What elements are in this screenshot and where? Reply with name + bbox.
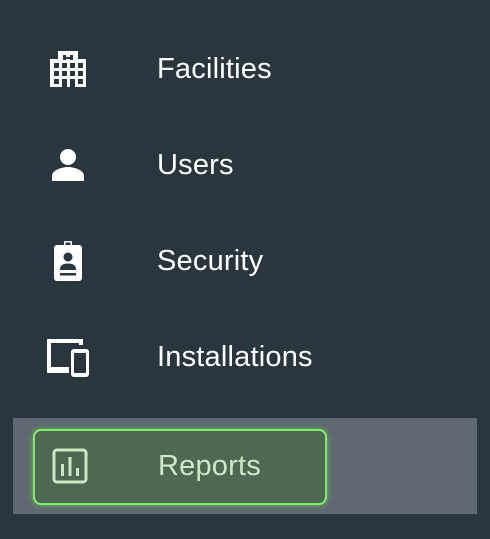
devices-icon bbox=[40, 329, 96, 385]
sidebar-nav: Facilities Users Security Installations … bbox=[0, 0, 490, 539]
person-icon bbox=[40, 137, 96, 193]
sidebar-item-label: Reports bbox=[158, 450, 261, 482]
bar-chart-icon bbox=[42, 438, 98, 494]
sidebar-item-security[interactable]: Security bbox=[0, 213, 490, 309]
sidebar-item-label: Installations bbox=[157, 341, 313, 373]
sidebar-item-installations[interactable]: Installations bbox=[0, 309, 490, 405]
sidebar-item-label: Facilities bbox=[157, 53, 272, 85]
id-badge-icon bbox=[40, 233, 96, 289]
sidebar-item-label: Security bbox=[157, 245, 264, 277]
sidebar-item-label: Users bbox=[157, 149, 234, 181]
sidebar-item-reports[interactable]: Reports bbox=[0, 418, 490, 514]
sidebar-item-users[interactable]: Users bbox=[0, 117, 490, 213]
building-icon bbox=[40, 41, 96, 97]
sidebar-item-facilities[interactable]: Facilities bbox=[0, 21, 490, 117]
